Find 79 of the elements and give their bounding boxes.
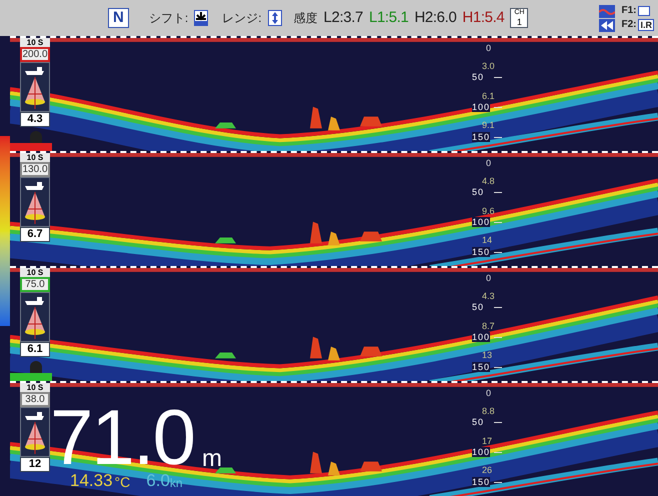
- depth-label: 6.1: [20, 342, 50, 357]
- channel-value: 1: [516, 17, 522, 27]
- scale-label: 50: [472, 416, 484, 427]
- tick-mark: [494, 252, 502, 253]
- range-label: レンジ:: [222, 10, 262, 27]
- scale-label: 150: [472, 362, 490, 372]
- tick-mark: [494, 422, 502, 423]
- gain-value: H2:6.0: [414, 8, 456, 28]
- scale-reading: 4.8: [482, 176, 495, 186]
- scale-label: 0: [486, 43, 492, 53]
- boat-beam-icon: [20, 407, 50, 457]
- range-label: 75.0: [22, 279, 48, 290]
- scale-reading: 6.1: [482, 91, 495, 102]
- interval-label: 10 S: [20, 268, 50, 277]
- tick-mark: [494, 366, 502, 368]
- interval-label: 10 S: [20, 38, 50, 47]
- scale-label: 50: [472, 302, 484, 312]
- gain-label: 感度: [294, 10, 318, 27]
- tick-mark: [494, 76, 502, 78]
- scale-reading: 13: [482, 350, 492, 360]
- f2-label: F2:: [621, 18, 636, 32]
- boat-beam-icon: [20, 292, 50, 342]
- scale-label: 0: [486, 158, 492, 168]
- f2-value[interactable]: I.R: [638, 19, 654, 31]
- temperature-readout: 14.33: [70, 472, 113, 490]
- scale-label: 0: [486, 273, 492, 283]
- scale-label: 0: [486, 388, 492, 398]
- depth-label: 4.3: [20, 112, 50, 127]
- scale-reading: 17: [482, 436, 492, 446]
- scale-reading: 8.8: [482, 406, 495, 416]
- scale-reading: 3.0: [482, 60, 495, 71]
- scale-label: 100: [472, 102, 490, 112]
- scale-label: 100: [472, 217, 490, 228]
- range-label: 200.0: [22, 49, 48, 60]
- depth-label: 12: [20, 457, 50, 472]
- tick-mark: [494, 452, 502, 454]
- scale-label: 150: [472, 476, 490, 487]
- depth-readout: 71.0: [50, 402, 194, 472]
- tick-mark: [494, 136, 502, 138]
- rewind-icon[interactable]: [599, 18, 616, 32]
- scale-reading: 9.6: [482, 206, 495, 216]
- depth-unit: m: [202, 446, 222, 472]
- interval-label: 10 S: [20, 153, 50, 162]
- scale-label: 150: [472, 132, 490, 142]
- tick-mark: [494, 482, 502, 483]
- tick-mark: [494, 306, 502, 308]
- scale-label: 50: [472, 186, 484, 197]
- scale-reading: 8.7: [482, 321, 495, 332]
- screen-icon[interactable]: [638, 6, 650, 16]
- scale-label: 150: [472, 246, 490, 257]
- heading-mode-button[interactable]: N: [108, 8, 129, 28]
- f1-label: F1:: [621, 4, 636, 18]
- boat-beam-icon: [20, 177, 50, 227]
- gain-value: L2:3.7: [324, 8, 363, 28]
- scale-label: 50: [472, 72, 484, 82]
- gain-value: L1:5.1: [369, 8, 408, 28]
- range-label: 130.0: [20, 162, 50, 177]
- range-label: 38.0: [20, 392, 50, 407]
- tick-mark: [494, 107, 502, 108]
- scale-label: 100: [472, 332, 490, 342]
- scale-reading: 4.3: [482, 290, 495, 301]
- shift-down-icon[interactable]: [194, 10, 208, 26]
- scale-label: 100: [472, 447, 490, 458]
- scale-reading: 26: [482, 465, 492, 476]
- gain-value: H1:5.4: [462, 8, 504, 28]
- up-down-arrow-icon[interactable]: [268, 10, 282, 26]
- interval-label: 10 S: [20, 383, 50, 392]
- scale-reading: 14: [482, 235, 492, 246]
- temperature-unit: °C: [114, 474, 130, 490]
- cylinder-icon: [30, 361, 42, 373]
- shift-label: シフト:: [148, 10, 188, 27]
- cylinder-icon: [30, 131, 42, 143]
- depth-label: 6.7: [20, 227, 50, 242]
- tick-mark: [494, 192, 502, 193]
- boat-beam-icon: [20, 62, 50, 112]
- tick-mark: [494, 337, 502, 338]
- tick-mark: [494, 222, 502, 224]
- wave-icon[interactable]: [599, 4, 616, 18]
- scale-reading: 9.1: [482, 120, 495, 130]
